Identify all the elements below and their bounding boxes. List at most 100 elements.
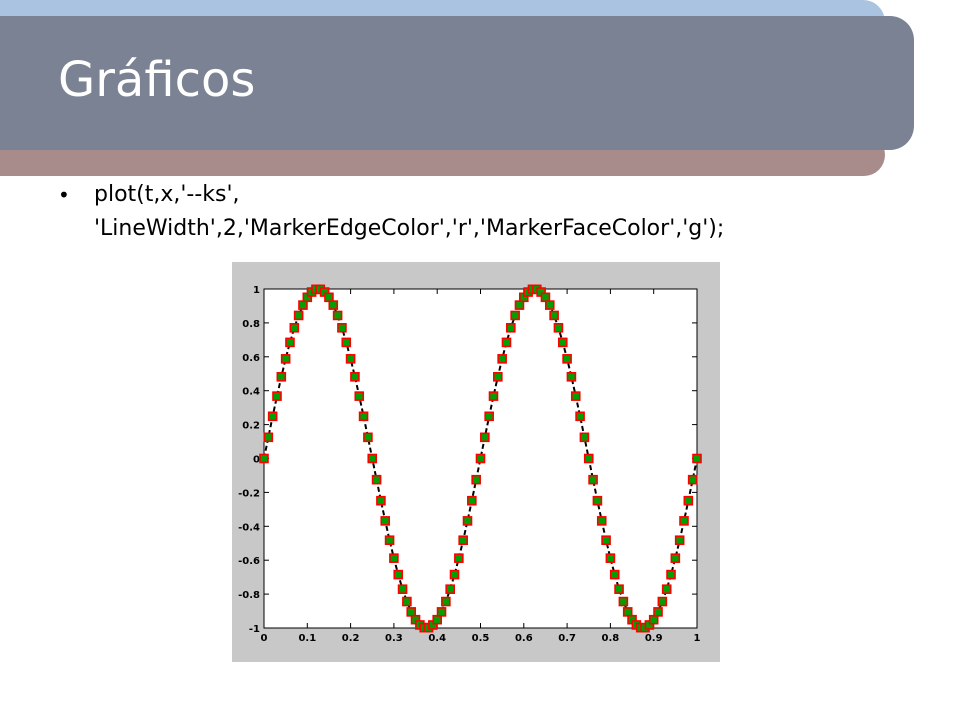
data-point-marker xyxy=(609,569,620,580)
x-tick-label: 0.6 xyxy=(515,633,533,644)
x-tick-label: 0.5 xyxy=(472,633,490,644)
data-point-marker xyxy=(666,569,676,580)
data-point-marker xyxy=(332,310,343,321)
data-point-marker xyxy=(553,323,564,333)
data-point-marker xyxy=(614,584,624,594)
bullet-dot-icon: • xyxy=(58,183,70,207)
data-point-marker xyxy=(575,411,585,422)
data-point-marker xyxy=(692,453,702,464)
data-point-marker xyxy=(389,553,399,563)
data-point-marker xyxy=(358,411,369,422)
data-point-marker xyxy=(514,300,525,310)
data-point-marker xyxy=(285,337,295,348)
y-tick-label: 0.8 xyxy=(242,319,260,330)
bullet-item: • plot(t,x,'--ks', 'LineWidth',2,'Marker… xyxy=(58,178,918,246)
data-point-marker xyxy=(579,432,590,443)
data-point-marker xyxy=(583,453,594,464)
data-point-marker xyxy=(622,607,633,617)
data-point-marker xyxy=(324,292,334,303)
x-tick-label: 0.3 xyxy=(385,633,403,644)
y-tick-label: 0.4 xyxy=(242,387,260,398)
data-point-marker xyxy=(289,323,300,333)
data-point-marker xyxy=(441,596,451,607)
data-point-marker xyxy=(293,310,304,321)
data-point-marker xyxy=(276,372,287,382)
slide-title: Gráficos xyxy=(58,52,256,108)
y-tick-label: -0.4 xyxy=(238,522,260,533)
data-point-marker xyxy=(345,354,356,364)
data-point-marker xyxy=(618,596,629,607)
data-point-marker xyxy=(384,535,395,545)
data-point-marker xyxy=(367,453,378,464)
data-point-marker xyxy=(653,607,663,617)
data-point-marker xyxy=(371,474,382,485)
data-point-marker xyxy=(263,432,274,443)
x-tick-label: 0.2 xyxy=(342,633,360,644)
data-point-marker xyxy=(557,337,568,348)
data-point-marker xyxy=(354,391,365,401)
data-point-marker xyxy=(397,584,408,594)
data-point-marker xyxy=(588,474,598,485)
data-point-marker xyxy=(402,596,412,607)
data-point-marker xyxy=(341,337,352,348)
data-point-marker xyxy=(445,584,455,594)
data-point-marker xyxy=(484,411,494,422)
data-point-marker xyxy=(380,516,391,526)
y-tick-label: 0 xyxy=(253,455,260,466)
data-point-marker xyxy=(506,323,516,333)
data-point-marker xyxy=(592,495,603,506)
data-point-marker xyxy=(449,569,460,580)
x-tick-label: 1 xyxy=(694,633,701,644)
line-chart: 0 0.1 0.2 0.3 0.4 0.5 0.6 0.7 0.8 0.9 1 1 0.8 0.6 0.4 0… xyxy=(238,284,702,644)
data-point-marker xyxy=(683,495,694,506)
y-tick-label: 1 xyxy=(253,285,260,296)
data-point-marker xyxy=(467,495,477,506)
y-tick-label: 0.2 xyxy=(242,421,260,432)
data-point-marker xyxy=(544,300,555,310)
x-tick-label: 0.7 xyxy=(558,633,576,644)
matlab-figure: 0 0.1 0.2 0.3 0.4 0.5 0.6 0.7 0.8 0.9 1 1 0.8 0.6 0.4 0… xyxy=(232,262,720,662)
bullet-code-text: plot(t,x,'--ks', 'LineWidth',2,'MarkerEd… xyxy=(94,182,725,241)
x-tick-label: 0.1 xyxy=(298,633,316,644)
data-point-marker xyxy=(363,432,373,443)
data-point-marker xyxy=(436,607,447,617)
data-point-marker xyxy=(259,453,269,464)
data-point-marker xyxy=(475,453,486,464)
y-tick-label: 0.6 xyxy=(242,353,260,364)
x-tick-label: 0.9 xyxy=(645,633,663,644)
data-point-marker xyxy=(406,607,417,617)
data-point-marker xyxy=(674,535,685,545)
data-point-marker xyxy=(566,372,577,382)
data-point-marker xyxy=(393,569,404,580)
y-tick-label: -0.2 xyxy=(238,488,260,499)
data-point-marker xyxy=(337,323,347,333)
data-point-marker xyxy=(687,474,698,485)
data-point-marker xyxy=(670,553,681,563)
data-point-marker xyxy=(432,614,442,625)
x-tick-label: 0.4 xyxy=(428,633,446,644)
data-point-marker xyxy=(298,300,308,310)
x-tick-label: 0.8 xyxy=(602,633,620,644)
data-point-marker xyxy=(471,474,481,485)
data-point-marker xyxy=(328,300,339,310)
data-point-marker xyxy=(497,354,507,364)
data-point-marker xyxy=(454,553,464,563)
data-point-marker xyxy=(350,372,360,382)
data-point-marker xyxy=(605,553,616,563)
data-point-marker xyxy=(501,337,512,348)
data-point-marker xyxy=(570,391,581,401)
data-point-marker xyxy=(679,516,689,526)
data-point-marker xyxy=(661,584,672,594)
data-point-marker xyxy=(596,516,607,526)
data-point-marker xyxy=(462,516,473,526)
data-point-marker xyxy=(493,372,503,382)
data-point-marker xyxy=(657,596,668,607)
x-tick-label: 0 xyxy=(261,633,268,644)
data-point-marker xyxy=(267,411,278,422)
y-tick-label: -1 xyxy=(249,624,260,635)
data-point-marker xyxy=(458,535,468,545)
y-tick-label: -0.8 xyxy=(238,590,260,601)
data-point-marker xyxy=(488,391,499,401)
y-tick-label: -0.6 xyxy=(238,556,260,567)
data-point-marker xyxy=(562,354,572,364)
